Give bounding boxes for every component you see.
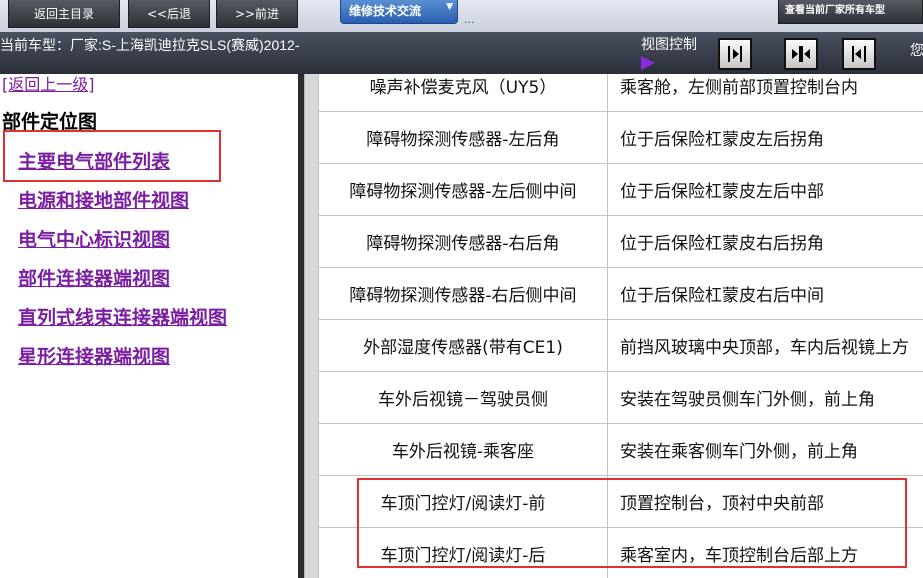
part-location-cell: 乘客舱，左侧前部顶置控制台内: [620, 78, 858, 98]
tech-tab-more-link[interactable]: ...: [464, 14, 475, 26]
top-toolbar: 返回主目录 <<后退 >>前进 维修技术交流 ▼ ... 查看当前厂家所有车型: [0, 0, 923, 32]
view-align-center-button[interactable]: [784, 38, 818, 70]
sidebar-link-connector-end-view[interactable]: 部件连接器端视图: [18, 266, 170, 292]
part-name-cell: 障碍物探测传感器-左后角: [318, 112, 608, 163]
view-align-left-button[interactable]: [842, 38, 876, 70]
view-all-models-button[interactable]: 查看当前厂家所有车型: [778, 0, 923, 24]
table-row: 车外后视镜-乘客座 安装在乘客侧车门外侧，前上角: [318, 424, 923, 476]
part-name-cell: 车外后视镜－驾驶员侧: [318, 372, 608, 423]
table-row: 障碍物探测传感器-左后角 位于后保险杠蒙皮左后拐角: [318, 112, 923, 164]
play-arrow-icon[interactable]: [641, 56, 655, 70]
part-location-cell: 位于后保险杠蒙皮右后中间: [620, 286, 824, 306]
view-control-label: 视图控制: [641, 37, 697, 53]
sidebar-link-electrical-center-view[interactable]: 电气中心标识视图: [18, 227, 170, 253]
sidebar-link-star-connector-view[interactable]: 星形连接器端视图: [18, 344, 170, 370]
content-scrollbar[interactable]: [304, 74, 318, 578]
part-name-cell: 车外后视镜-乘客座: [318, 424, 608, 475]
current-vehicle-label: 当前车型：厂家:S-上海凯迪拉克SLS(赛威)2012-: [0, 37, 300, 53]
part-name-cell: 障碍物探测传感器-左后侧中间: [318, 164, 608, 215]
table-row: 障碍物探测传感器-右后角 位于后保险杠蒙皮右后拐角: [318, 216, 923, 268]
part-name-cell: 障碍物探测传感器-右后角: [318, 216, 608, 267]
sidebar-link-main-electrical-parts[interactable]: 主要电气部件列表: [18, 149, 170, 175]
tech-exchange-tab[interactable]: 维修技术交流 ▼: [340, 0, 458, 24]
view-align-right-button[interactable]: [718, 38, 752, 70]
tech-exchange-label: 维修技术交流: [349, 4, 422, 18]
part-name-cell: 噪声补偿麦克风（UY5）: [318, 74, 608, 111]
part-location-cell: 位于后保险杠蒙皮右后拐角: [620, 234, 824, 254]
table-row: 噪声补偿麦克风（UY5） 乘客舱，左侧前部顶置控制台内: [318, 74, 923, 112]
align-right-icon: [728, 46, 742, 62]
forward-button[interactable]: >>前进: [216, 0, 298, 28]
align-left-icon: [852, 46, 866, 62]
table-row: 障碍物探测传感器-右后侧中间 位于后保险杠蒙皮右后中间: [318, 268, 923, 320]
part-name-cell: 障碍物探测传感器-右后侧中间: [318, 268, 608, 319]
part-location-cell: 位于后保险杠蒙皮左后中部: [620, 182, 824, 202]
part-location-cell: 安装在驾驶员侧车门外侧，前上角: [620, 390, 875, 410]
sidebar-link-inline-harness-view[interactable]: 直列式线束连接器端视图: [18, 305, 227, 331]
sidebar-link-power-ground-view[interactable]: 电源和接地部件视图: [18, 188, 189, 214]
return-up-level-link[interactable]: [返回上一级]: [2, 74, 95, 96]
table-row: 外部湿度传感器(带有CE1) 前挡风玻璃中央顶部，车内后视镜上方: [318, 320, 923, 372]
part-location-cell: 前挡风玻璃中央顶部，车内后视镜上方: [620, 338, 909, 358]
return-home-button[interactable]: 返回主目录: [8, 0, 120, 28]
align-center-icon: [792, 46, 810, 62]
vehicle-info-bar: 当前车型：厂家:S-上海凯迪拉克SLS(赛威)2012- 视图控制 您: [0, 32, 923, 74]
back-button[interactable]: <<后退: [128, 0, 210, 28]
part-location-cell: 安装在乘客侧车门外侧，前上角: [620, 442, 858, 462]
table-row: 车外后视镜－驾驶员侧 安装在驾驶员侧车门外侧，前上角: [318, 372, 923, 424]
table-row: 障碍物探测传感器-左后侧中间 位于后保险杠蒙皮左后中部: [318, 164, 923, 216]
greeting-text: 您: [910, 43, 923, 59]
part-name-cell: 外部湿度传感器(带有CE1): [318, 320, 608, 371]
highlight-box-rows: [357, 478, 907, 568]
dropdown-arrow-icon: ▼: [446, 2, 453, 12]
part-location-cell: 位于后保险杠蒙皮左后拐角: [620, 130, 824, 150]
sidebar: [返回上一级] 部件定位图 主要电气部件列表 电源和接地部件视图 电气中心标识视…: [0, 74, 296, 578]
